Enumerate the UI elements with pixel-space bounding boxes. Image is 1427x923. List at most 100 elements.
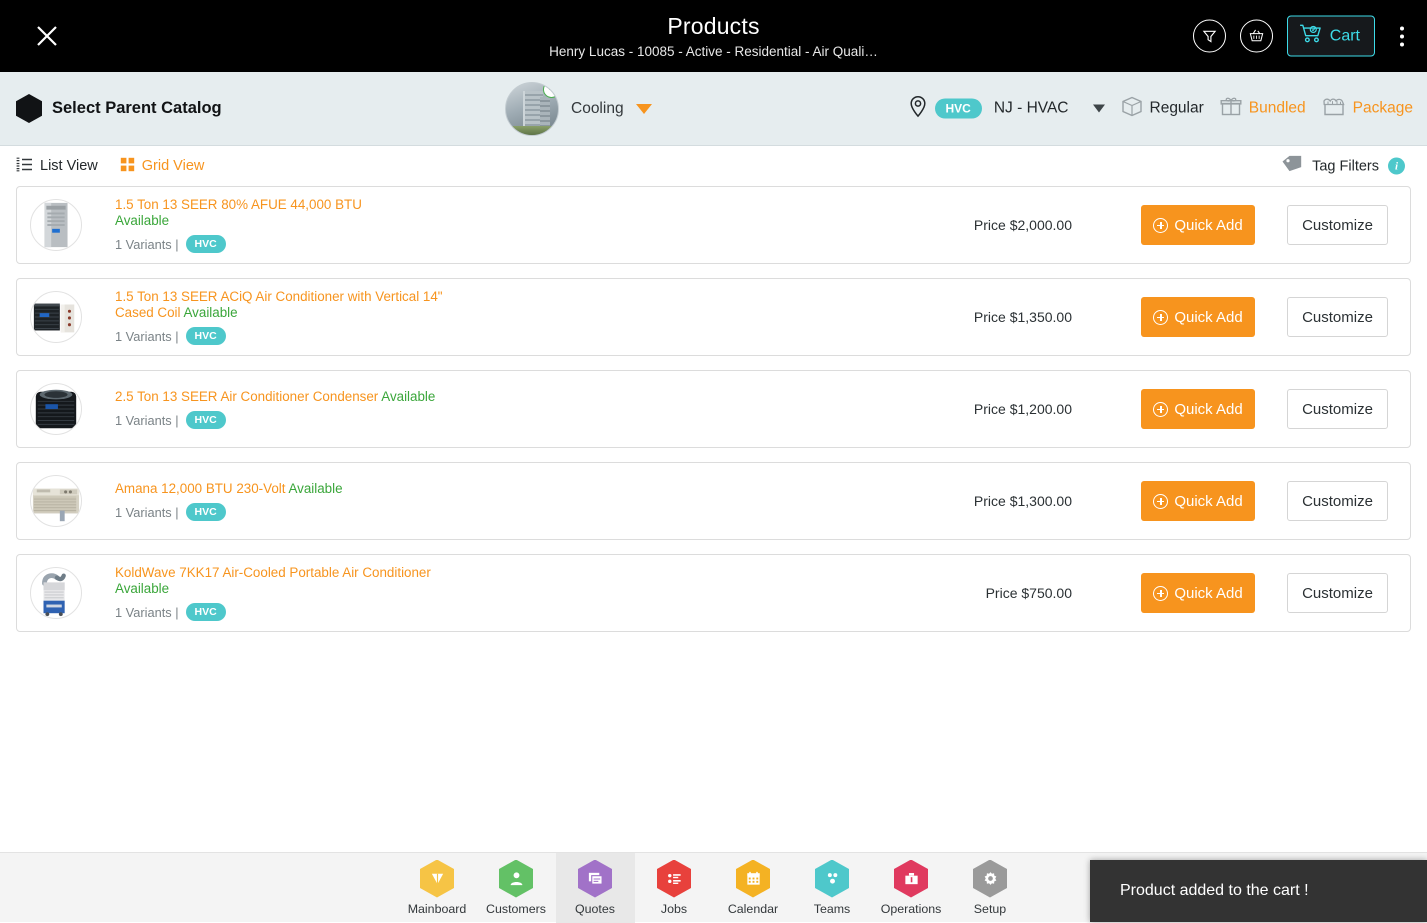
plus-circle-icon (1153, 218, 1168, 233)
check-circle-icon: ✓ (543, 82, 559, 98)
caret-down-icon[interactable] (1093, 105, 1105, 113)
building-avatar: ✓ (505, 82, 559, 136)
mode-bundled-label: Bundled (1249, 100, 1306, 118)
entity-name: Cooling (571, 100, 624, 118)
nav-item-setup[interactable]: Setup (951, 853, 1030, 923)
app-header: Products Henry Lucas - 10085 - Active - … (0, 0, 1427, 72)
page-title: Products (667, 13, 759, 40)
product-name[interactable]: 2.5 Ton 13 SEER Air Conditioner Condense… (115, 389, 445, 405)
funnel-icon[interactable] (1193, 20, 1226, 53)
grid-view-label: Grid View (142, 158, 205, 174)
table-row[interactable]: KoldWave 7KK17 Air-Cooled Portable Air C… (16, 554, 1411, 632)
list-icon (16, 157, 33, 176)
tag-filters-button[interactable]: Tag Filters i (1281, 155, 1405, 178)
table-row[interactable]: 2.5 Ton 13 SEER Air Conditioner Condense… (16, 370, 1411, 448)
product-name[interactable]: Amana 12,000 BTU 230-Volt Available (115, 481, 445, 497)
toast-notification: Product added to the cart ! (1090, 860, 1427, 922)
customize-button[interactable]: Customize (1287, 573, 1388, 613)
variants-count: 1 Variants | (115, 413, 179, 428)
quick-add-button[interactable]: Quick Add (1141, 297, 1255, 337)
customize-button[interactable]: Customize (1287, 389, 1388, 429)
nav-item-operations[interactable]: Operations (872, 853, 951, 923)
customize-button[interactable]: Customize (1287, 481, 1388, 521)
gear-icon (973, 860, 1007, 898)
info-icon[interactable]: i (1388, 158, 1405, 175)
view-toolbar: List View Grid View Tag Filters i (0, 146, 1427, 186)
quick-add-button[interactable]: Quick Add (1141, 573, 1255, 613)
close-icon[interactable] (30, 19, 64, 53)
package-icon (1322, 95, 1346, 122)
cart-button[interactable]: Cart (1287, 16, 1375, 57)
box-icon (1121, 95, 1143, 122)
product-name[interactable]: 1.5 Ton 13 SEER 80% AFUE 44,000 BTUAvail… (115, 197, 445, 228)
variants-count: 1 Variants | (115, 505, 179, 520)
quick-add-label: Quick Add (1174, 585, 1242, 602)
gift-icon (1220, 95, 1242, 122)
list-view-toggle[interactable]: List View (16, 157, 98, 176)
kebab-menu-icon[interactable] (1391, 19, 1413, 53)
product-info: Amana 12,000 BTU 230-Volt Available 1 Var… (115, 481, 445, 522)
furnace-thumb (30, 199, 82, 251)
select-parent-catalog-button[interactable]: Select Parent Catalog (16, 94, 222, 123)
variants-count: 1 Variants | (115, 237, 179, 252)
mode-package[interactable]: Package (1322, 95, 1413, 122)
tasklist-icon (657, 860, 691, 898)
status-badge: HVC (186, 503, 226, 521)
product-name[interactable]: KoldWave 7KK17 Air-Cooled Portable Air C… (115, 565, 445, 596)
quick-add-label: Quick Add (1174, 401, 1242, 418)
nav-item-jobs[interactable]: Jobs (635, 853, 714, 923)
tag-filters-label: Tag Filters (1312, 158, 1379, 174)
product-info: KoldWave 7KK17 Air-Cooled Portable Air C… (115, 565, 445, 621)
nav-item-label: Setup (974, 902, 1006, 916)
table-row[interactable]: Amana 12,000 BTU 230-Volt Available 1 Var… (16, 462, 1411, 540)
portable-ac-thumb (30, 567, 82, 619)
status-badge: HVC (186, 235, 226, 253)
teams-icon (815, 860, 849, 898)
basket-icon[interactable] (1240, 20, 1273, 53)
availability-text: Available (288, 481, 342, 496)
product-info: 2.5 Ton 13 SEER Air Conditioner Condense… (115, 389, 445, 430)
product-info: 1.5 Ton 13 SEER 80% AFUE 44,000 BTUAvail… (115, 197, 445, 253)
quick-add-button[interactable]: Quick Add (1141, 205, 1255, 245)
chevron-down-icon[interactable] (636, 104, 652, 114)
toolbar-right-group: HVC NJ - HVAC Regular B (909, 95, 1413, 122)
table-row[interactable]: 1.5 Ton 13 SEER 80% AFUE 44,000 BTUAvail… (16, 186, 1411, 264)
product-name-text: 1.5 Ton 13 SEER ACiQ Air Conditioner wit… (115, 289, 443, 320)
nav-item-mainboard[interactable]: Mainboard (398, 853, 477, 923)
customize-button[interactable]: Customize (1287, 205, 1388, 245)
nav-item-quotes[interactable]: Quotes (556, 853, 635, 923)
calendar-icon (736, 860, 770, 898)
mode-bundled[interactable]: Bundled (1220, 95, 1306, 122)
location-selector[interactable]: HVC NJ - HVAC (909, 95, 1105, 122)
location-badge: HVC (935, 99, 982, 119)
status-badge: HVC (186, 327, 226, 345)
entity-selector[interactable]: ✓ Cooling (505, 82, 652, 136)
breadcrumb: Henry Lucas - 10085 - Active - Residenti… (549, 44, 878, 59)
availability-text: Available (183, 305, 237, 320)
nav-item-label: Calendar (728, 902, 778, 916)
nav-item-label: Mainboard (408, 902, 467, 916)
nav-item-label: Quotes (575, 902, 615, 916)
product-name[interactable]: 1.5 Ton 13 SEER ACiQ Air Conditioner wit… (115, 289, 445, 320)
product-name-text: 1.5 Ton 13 SEER 80% AFUE 44,000 BTU (115, 197, 362, 212)
grid-view-toggle[interactable]: Grid View (120, 157, 205, 176)
quick-add-label: Quick Add (1174, 493, 1242, 510)
quick-add-button[interactable]: Quick Add (1141, 389, 1255, 429)
window-unit-thumb (30, 475, 82, 527)
product-name-text: KoldWave 7KK17 Air-Cooled Portable Air C… (115, 565, 431, 580)
table-row[interactable]: 1.5 Ton 13 SEER ACiQ Air Conditioner wit… (16, 278, 1411, 356)
product-info: 1.5 Ton 13 SEER ACiQ Air Conditioner wit… (115, 289, 445, 345)
quick-add-button[interactable]: Quick Add (1141, 481, 1255, 521)
availability-text: Available (381, 389, 435, 404)
nav-item-customers[interactable]: Customers (477, 853, 556, 923)
mode-regular[interactable]: Regular (1121, 95, 1204, 122)
product-meta: 1 Variants |HVC (115, 327, 445, 345)
grid-icon (120, 157, 135, 176)
nav-item-calendar[interactable]: Calendar (714, 853, 793, 923)
variants-count: 1 Variants | (115, 605, 179, 620)
tag-icon (1281, 155, 1303, 178)
customize-button[interactable]: Customize (1287, 297, 1388, 337)
nav-item-teams[interactable]: Teams (793, 853, 872, 923)
header-actions: Cart (1193, 16, 1413, 57)
dashboard-icon (420, 860, 454, 898)
